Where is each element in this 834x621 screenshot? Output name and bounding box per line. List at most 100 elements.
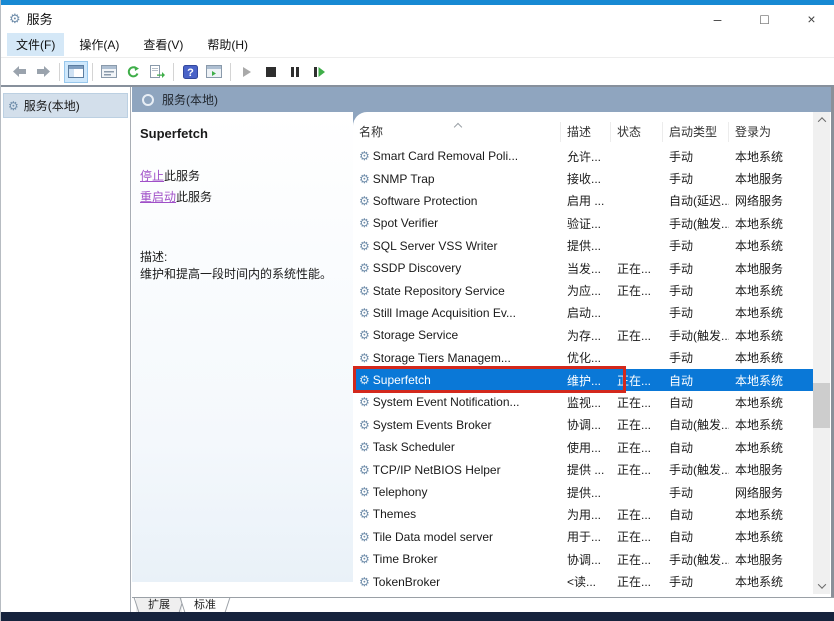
service-gear-icon: ⚙ xyxy=(359,194,370,208)
column-header-logon-as[interactable]: 登录为 xyxy=(729,122,811,142)
properties-icon[interactable] xyxy=(97,61,121,83)
description-text: 维护和提高一段时间内的系统性能。 xyxy=(140,266,343,283)
restart-service-icon[interactable] xyxy=(307,61,331,83)
service-gear-icon: ⚙ xyxy=(359,418,370,432)
service-row[interactable]: ⚙ TokenBroker <读... 正在... 手动 本地系统 xyxy=(353,570,813,592)
column-header-status[interactable]: 状态 xyxy=(611,122,663,142)
service-desc-cell: 为应... xyxy=(561,282,611,299)
service-row[interactable]: ⚙ TCP/IP NetBIOS Helper 提供 ... 正在... 手动(… xyxy=(353,458,813,480)
service-row[interactable]: ⚙ State Repository Service 为应... 正在... 手… xyxy=(353,279,813,301)
service-desc-cell: 验证... xyxy=(561,215,611,232)
service-startup-cell: 手动(触发... xyxy=(663,461,729,478)
maximize-button[interactable]: □ xyxy=(741,5,788,32)
service-name-cell: ⚙ Task Scheduler xyxy=(353,440,561,454)
service-status-cell: 正在... xyxy=(611,327,663,344)
service-row[interactable]: ⚙ Themes 为用... 正在... 自动 本地系统 xyxy=(353,503,813,525)
service-logon-cell: 本地系统 xyxy=(729,215,811,232)
column-header-name[interactable]: 名称 xyxy=(353,122,561,142)
stop-service-link[interactable]: 停止 xyxy=(140,169,164,183)
view-tab[interactable]: 扩展 xyxy=(136,598,182,612)
column-header-startup-type[interactable]: 启动类型 xyxy=(663,122,729,142)
refresh-icon[interactable] xyxy=(121,61,145,83)
service-startup-cell: 自动(延迟... xyxy=(663,192,729,209)
service-startup-cell: 手动 xyxy=(663,349,729,366)
console-tree-icon[interactable] xyxy=(64,61,88,83)
service-logon-cell: 本地系统 xyxy=(729,282,811,299)
close-button[interactable]: × xyxy=(788,5,834,32)
service-row[interactable]: ⚙ Smart Card Removal Poli... 允许... 手动 本地… xyxy=(353,145,813,167)
service-row[interactable]: ⚙ Superfetch 维护... 正在... 自动 本地系统 xyxy=(353,369,813,391)
export-list-icon[interactable] xyxy=(145,61,169,83)
service-gear-icon: ⚙ xyxy=(359,395,370,409)
scrollbar-thumb[interactable] xyxy=(813,383,830,428)
service-row[interactable]: ⚙ Task Scheduler 使用... 正在... 自动 本地系统 xyxy=(353,436,813,458)
help-icon[interactable]: ? xyxy=(178,61,202,83)
service-row[interactable]: ⚙ SNMP Trap 接收... 手动 本地服务 xyxy=(353,167,813,189)
menu-item[interactable]: 查看(V) xyxy=(134,33,192,56)
tree-item-services-local[interactable]: ⚙ 服务(本地) xyxy=(3,93,128,118)
forward-icon[interactable] xyxy=(31,61,55,83)
scroll-up-icon[interactable] xyxy=(813,112,830,128)
view-tab[interactable]: 标准 xyxy=(182,598,228,612)
toolbar-separator xyxy=(92,63,93,81)
column-header-description[interactable]: 描述 xyxy=(561,122,611,142)
service-row[interactable]: ⚙ Storage Service 为存... 正在... 手动(触发... 本… xyxy=(353,324,813,346)
service-status-cell: 正在... xyxy=(611,573,663,590)
stop-service-icon[interactable] xyxy=(259,61,283,83)
start-service-icon[interactable] xyxy=(235,61,259,83)
service-logon-cell: 本地服务 xyxy=(729,170,811,187)
service-name-cell: ⚙ Themes xyxy=(353,507,561,521)
service-status-cell: 正在... xyxy=(611,506,663,523)
service-status-cell: 正在... xyxy=(611,282,663,299)
service-row[interactable]: ⚙ Telephony 提供... 手动 网络服务 xyxy=(353,481,813,503)
service-startup-cell: 手动(触发... xyxy=(663,551,729,568)
service-status-cell: 正在... xyxy=(611,439,663,456)
service-row[interactable]: ⚙ Still Image Acquisition Ev... 启动... 手动… xyxy=(353,302,813,324)
service-row[interactable]: ⚙ Spot Verifier 验证... 手动(触发... 本地系统 xyxy=(353,212,813,234)
service-gear-icon: ⚙ xyxy=(359,306,370,320)
service-name-cell: ⚙ Still Image Acquisition Ev... xyxy=(353,306,561,320)
service-logon-cell: 本地服务 xyxy=(729,461,811,478)
service-desc-cell: 提供... xyxy=(561,237,611,254)
service-startup-cell: 手动(触发... xyxy=(663,327,729,344)
service-row[interactable]: ⚙ Software Protection 启用 ... 自动(延迟... 网络… xyxy=(353,190,813,212)
service-logon-cell: 本地系统 xyxy=(729,506,811,523)
service-startup-cell: 手动 xyxy=(663,148,729,165)
service-row[interactable]: ⚙ System Events Broker 协调... 正在... 自动(触发… xyxy=(353,414,813,436)
service-row[interactable]: ⚙ System Event Notification... 监视... 正在.… xyxy=(353,391,813,413)
service-desc-cell: 使用... xyxy=(561,439,611,456)
menu-item[interactable]: 文件(F) xyxy=(7,33,64,56)
service-name-cell: ⚙ State Repository Service xyxy=(353,284,561,298)
service-gear-icon: ⚙ xyxy=(359,463,370,477)
restart-service-link[interactable]: 重启动 xyxy=(140,190,176,204)
services-window: { "window": { "title": "服务", "controls":… xyxy=(0,0,834,621)
window-title: 服务 xyxy=(27,9,53,28)
action-pane-icon[interactable] xyxy=(202,61,226,83)
service-row[interactable]: ⚙ SQL Server VSS Writer 提供... 手动 本地系统 xyxy=(353,235,813,257)
service-gear-icon: ⚙ xyxy=(359,351,370,365)
service-status-cell: 正在... xyxy=(611,528,663,545)
menu-item[interactable]: 操作(A) xyxy=(70,33,128,56)
menu-item[interactable]: 帮助(H) xyxy=(198,33,257,56)
restart-service-line: 重启动此服务 xyxy=(140,188,343,205)
menubar: 文件(F) 操作(A) 查看(V) 帮助(H) xyxy=(1,32,834,58)
service-name-cell: ⚙ Storage Tiers Managem... xyxy=(353,351,561,365)
service-row[interactable]: ⚙ Tile Data model server 用于... 正在... 自动 … xyxy=(353,526,813,548)
pause-service-icon[interactable] xyxy=(283,61,307,83)
service-status-cell: 正在... xyxy=(611,551,663,568)
scroll-down-icon[interactable] xyxy=(813,578,830,594)
service-startup-cell: 自动 xyxy=(663,439,729,456)
back-icon[interactable] xyxy=(7,61,31,83)
service-gear-icon: ⚙ xyxy=(359,172,370,186)
services-gear-icon: ⚙ xyxy=(8,99,19,113)
selected-service-name: Superfetch xyxy=(140,126,343,141)
service-startup-cell: 手动 xyxy=(663,304,729,321)
vertical-scrollbar[interactable] xyxy=(813,112,830,594)
service-desc-cell: 提供 ... xyxy=(561,461,611,478)
view-tabs: 扩展标准 xyxy=(132,597,834,612)
service-row[interactable]: ⚙ Time Broker 协调... 正在... 手动(触发... 本地服务 xyxy=(353,548,813,570)
minimize-button[interactable]: – xyxy=(694,5,741,32)
service-startup-cell: 手动(触发... xyxy=(663,215,729,232)
svg-text:?: ? xyxy=(187,67,194,79)
service-row[interactable]: ⚙ SSDP Discovery 当发... 正在... 手动 本地服务 xyxy=(353,257,813,279)
